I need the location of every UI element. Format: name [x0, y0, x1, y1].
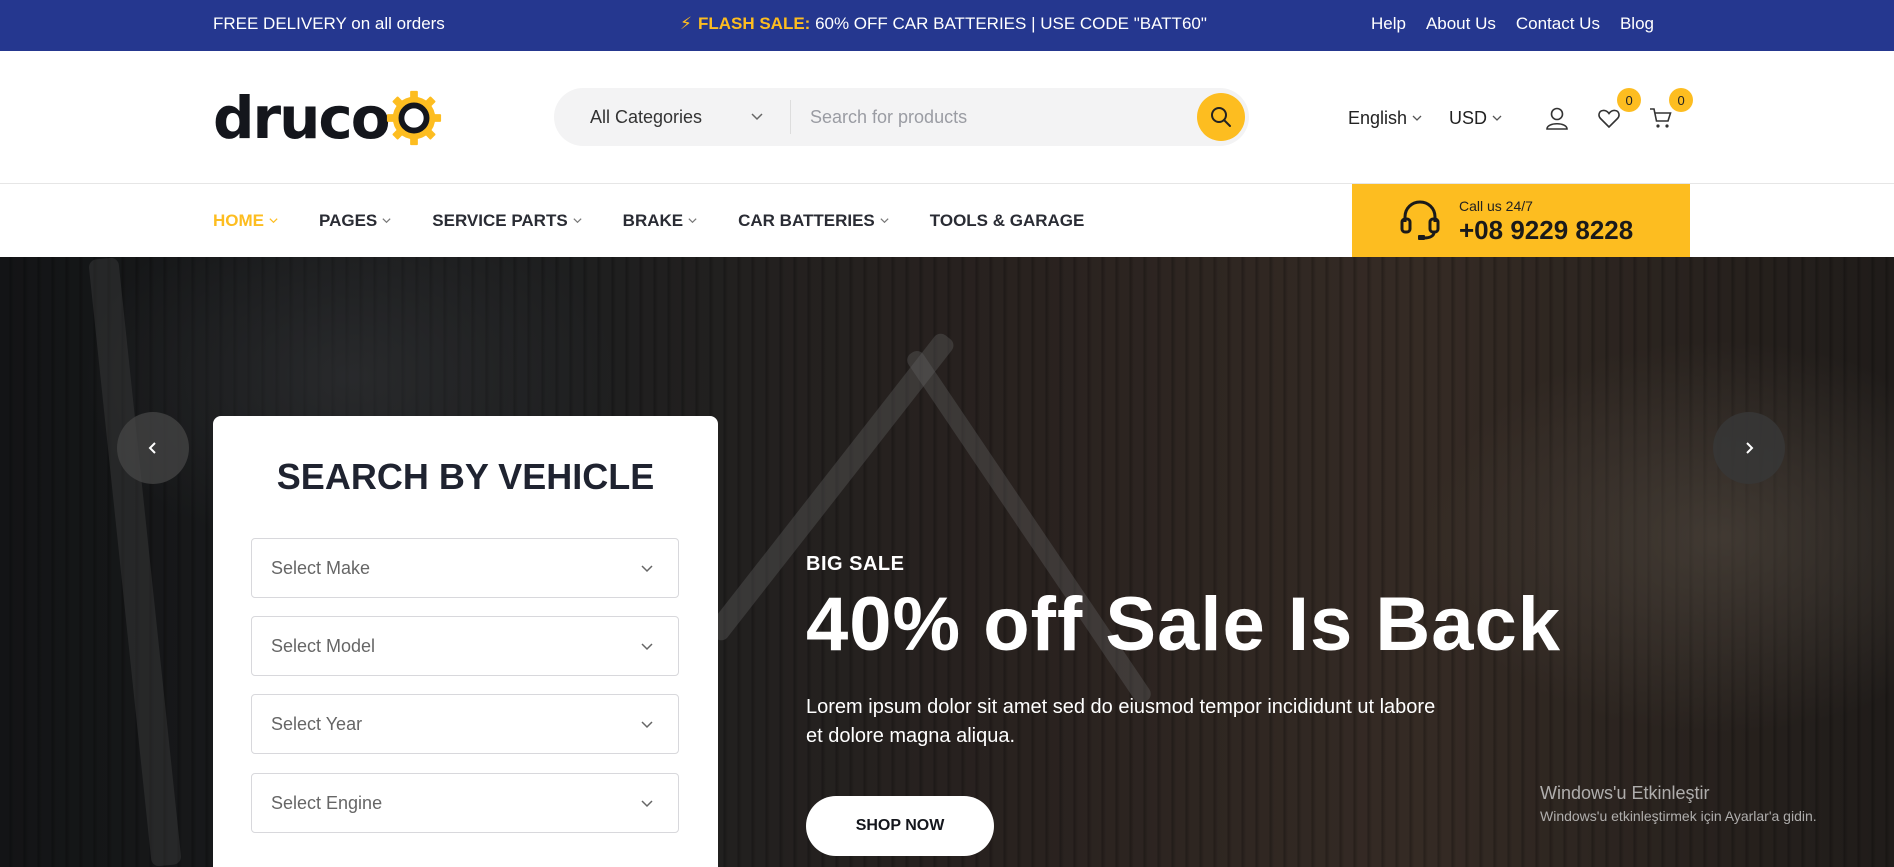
nav-item-label: PAGES [319, 210, 378, 230]
category-select[interactable]: All Categories [590, 88, 702, 146]
flash-sale-label: FLASH SALE: [697, 14, 811, 33]
select-model-dropdown[interactable]: Select Model [251, 616, 679, 676]
help-link[interactable]: Help [1371, 14, 1406, 34]
chevron-down-icon [880, 218, 889, 224]
top-links: Help About Us Contact Us Blog [1371, 14, 1654, 34]
search-icon [1211, 107, 1231, 127]
select-model-label: Select Model [271, 636, 376, 656]
chevron-down-icon [1412, 115, 1422, 121]
call-phone-number: +08 9229 8228 [1459, 215, 1634, 245]
wishlist-button[interactable]: 0 [1595, 88, 1642, 132]
search-by-vehicle-panel: SEARCH BY VEHICLE Select Make Select Mod… [213, 416, 718, 867]
chevron-right-icon [1746, 442, 1754, 454]
chevron-down-icon [641, 565, 653, 573]
chevron-down-icon [269, 218, 278, 224]
language-label: English [1348, 107, 1408, 128]
lightning-icon: ⚡︎ [680, 14, 692, 33]
logo[interactable]: druco [213, 83, 443, 153]
watermark-title: Windows'u Etkinleştir [1540, 783, 1710, 803]
nav-item-label: CAR BATTERIES [738, 210, 875, 230]
nav-item-home[interactable]: HOME [213, 211, 279, 231]
call-us-box[interactable]: Call us 24/7 +08 9229 8228 [1352, 184, 1690, 257]
chevron-down-icon [1492, 115, 1502, 121]
flash-sale-text: 60% OFF CAR BATTERIES | USE CODE "BATT60… [815, 14, 1207, 33]
header-actions: English USD 0 0 [1348, 88, 1699, 133]
shop-now-button[interactable]: SHOP NOW [806, 796, 994, 856]
blog-link[interactable]: Blog [1620, 14, 1654, 34]
account-button[interactable] [1543, 104, 1571, 132]
select-engine-dropdown[interactable]: Select Engine [251, 773, 679, 833]
cart-icon [1650, 108, 1672, 128]
nav-item-label: SERVICE PARTS [432, 210, 568, 230]
cart-count-badge: 0 [1669, 88, 1694, 112]
chevron-left-icon [148, 442, 156, 454]
chevron-down-icon [641, 800, 653, 808]
slider-prev-button[interactable] [117, 412, 189, 484]
search-button[interactable] [1197, 93, 1245, 141]
select-engine-label: Select Engine [271, 793, 383, 813]
nav-item-car-batteries[interactable]: CAR BATTERIES [738, 211, 890, 231]
currency-dropdown[interactable]: USD [1449, 108, 1503, 129]
currency-label: USD [1449, 107, 1488, 128]
search-divider [790, 100, 791, 134]
nav-item-label: TOOLS & GARAGE [929, 210, 1085, 230]
select-year-dropdown[interactable]: Select Year [251, 694, 679, 754]
headset-icon [1400, 200, 1440, 240]
chevron-down-icon [641, 721, 653, 729]
hero-headline: 40% off Sale Is Back [806, 582, 1562, 667]
select-year-label: Select Year [271, 714, 363, 734]
main-nav: HOME PAGES SERVICE PARTS BRAKE CAR BATTE… [0, 184, 1894, 257]
user-icon [1546, 107, 1568, 130]
about-us-link[interactable]: About Us [1426, 14, 1496, 34]
header: druco All Categories Search for products… [0, 51, 1894, 184]
chevron-down-icon [382, 218, 391, 224]
hero-description: Lorem ipsum dolor sit amet sed do eiusmo… [806, 696, 1436, 747]
slider-next-button[interactable] [1713, 412, 1785, 484]
search-bar: All Categories [554, 88, 1249, 146]
logo-text: druco [213, 84, 391, 152]
contact-us-link[interactable]: Contact Us [1516, 14, 1600, 34]
top-bar: FREE DELIVERY on all orders ⚡︎ FLASH SALE… [0, 0, 1894, 51]
free-delivery-text: FREE DELIVERY on all orders [213, 14, 445, 33]
nav-item-service-parts[interactable]: SERVICE PARTS [432, 211, 582, 231]
hero-content: BIG SALE 40% off Sale Is Back Lorem ipsu… [806, 553, 1560, 747]
wishlist-count-badge: 0 [1617, 88, 1642, 112]
chevron-down-icon [641, 643, 653, 651]
flash-sale-banner: ⚡︎ FLASH SALE: 60% OFF CAR BATTERIES | US… [680, 14, 1207, 34]
nav-item-brake[interactable]: BRAKE [623, 211, 698, 231]
watermark-subtitle: Windows'u etkinleştirmek için Ayarlar'a … [1540, 808, 1817, 824]
cart-button[interactable]: 0 [1647, 88, 1694, 132]
language-dropdown[interactable]: English [1348, 108, 1423, 129]
chevron-down-icon [751, 113, 763, 121]
nav-item-label: BRAKE [622, 210, 684, 230]
nav-item-tools-garage[interactable]: TOOLS & GARAGE [930, 211, 1085, 231]
hero-kicker: BIG SALE [806, 553, 905, 575]
heart-icon [1598, 109, 1620, 129]
chevron-down-icon [573, 218, 582, 224]
nav-item-label: HOME [213, 210, 264, 230]
gear-icon [386, 90, 441, 146]
select-make-label: Select Make [271, 558, 371, 578]
windows-activation-watermark: Windows'u Etkinleştir Windows'u etkinleş… [1540, 783, 1817, 824]
call-label: Call us 24/7 [1459, 198, 1533, 214]
search-input[interactable] [810, 97, 1170, 137]
nav-item-pages[interactable]: PAGES [319, 211, 392, 231]
nav-menu: HOME PAGES SERVICE PARTS BRAKE CAR BATTE… [213, 184, 1124, 257]
vehicle-search-title: SEARCH BY VEHICLE [276, 456, 655, 497]
chevron-down-icon [688, 218, 697, 224]
select-make-dropdown[interactable]: Select Make [251, 538, 679, 598]
